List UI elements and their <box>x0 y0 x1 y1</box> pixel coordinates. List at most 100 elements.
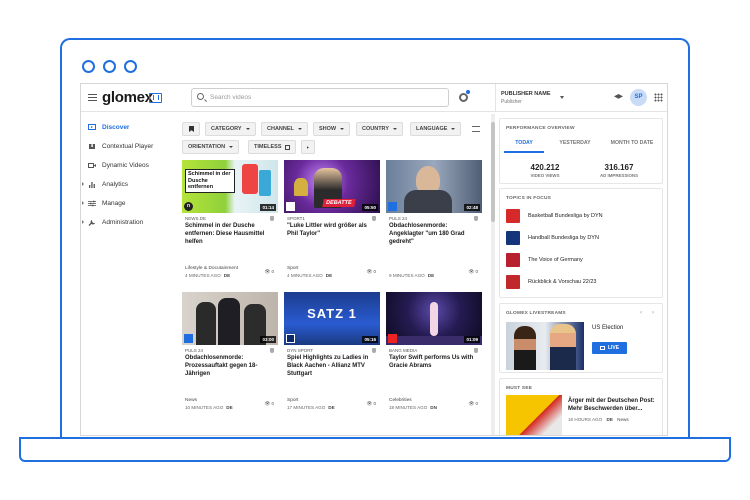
card-title[interactable]: Obdachlosenmorde: Angeklagter "um 180 Gr… <box>389 222 479 246</box>
card-category: News <box>185 398 197 403</box>
playlist-filter-button[interactable] <box>301 140 315 154</box>
play-screen-icon <box>88 123 96 130</box>
menu-icon[interactable] <box>88 94 97 101</box>
livestream-title[interactable]: US Election <box>592 325 623 331</box>
pin-icon[interactable] <box>270 216 274 221</box>
must-see-title[interactable]: Ärger mit der Deutschen Post: Mehr Besch… <box>568 397 660 413</box>
bookmark-icon <box>188 126 194 132</box>
video-thumbnail[interactable]: 02:48 <box>386 160 482 213</box>
video-card[interactable]: Schimmel in der Dusche entfernen n 01:14… <box>182 160 278 283</box>
tab-month-to-date[interactable]: MONTH TO DATE <box>602 140 662 146</box>
video-thumbnail[interactable]: SATZ 1 05:16 <box>284 292 380 345</box>
search-input[interactable] <box>210 91 440 104</box>
person-image <box>514 326 536 370</box>
video-card[interactable]: 03:00 PULS 24 Obdachlosenmorde: Prozessa… <box>182 292 278 415</box>
sidebar-item-analytics[interactable]: Analytics <box>81 175 171 193</box>
avatar[interactable]: SP <box>630 89 647 106</box>
filter-label: ORIENTATION <box>188 144 226 150</box>
must-see-thumbnail[interactable] <box>506 395 562 435</box>
livestream-thumbnail[interactable] <box>506 322 584 370</box>
view-count-value: 0 <box>373 401 376 406</box>
card-meta: 18 MINUTES AGO DN <box>389 405 437 410</box>
eye-icon: 👁 <box>468 269 475 274</box>
topic-logo-icon <box>506 253 520 267</box>
card-age: 9 MINUTES AGO <box>389 273 425 278</box>
topic-logo-icon <box>506 209 520 223</box>
topic-item[interactable]: Rückblick & Vorschau 22/23 <box>506 275 656 289</box>
country-filter-button[interactable]: COUNTRY <box>356 122 403 136</box>
app-screen: glomex PUBLISHER NAME Publisher SP Disco… <box>80 83 668 436</box>
scrollbar-thumb[interactable] <box>491 122 495 222</box>
pin-icon[interactable] <box>372 216 376 221</box>
show-filter-button[interactable]: SHOW <box>313 122 351 136</box>
scrollbar[interactable] <box>491 114 495 435</box>
sidebar-item-contextual-player[interactable]: Contextual Player <box>81 137 171 155</box>
logo[interactable]: glomex <box>102 89 153 106</box>
must-see-panel: MUST SEE Ärger mit der Deutschen Post: M… <box>499 378 663 435</box>
trophy-image <box>294 178 308 196</box>
sidebar-item-administration[interactable]: Administration <box>81 213 171 231</box>
channel-logo-icon <box>388 202 397 211</box>
sidebar-item-discover[interactable]: Discover <box>81 118 171 136</box>
graduation-cap-icon[interactable] <box>614 94 623 99</box>
publisher-role: Publisher <box>501 99 522 105</box>
chevron-left-icon[interactable]: ‹ <box>640 310 642 316</box>
pin-icon[interactable] <box>474 216 478 221</box>
channel-filter-button[interactable]: CHANNEL <box>261 122 308 136</box>
chevron-right-icon[interactable]: › <box>652 310 654 316</box>
video-card[interactable]: DEBATTE 05:50 SPORT1 "Luke Littler wird … <box>284 160 380 283</box>
card-meta: 9 MINUTES AGO DE <box>389 273 434 278</box>
view-count-value: 0 <box>373 269 376 274</box>
live-button[interactable]: LIVE <box>592 342 627 354</box>
video-thumbnail[interactable]: 03:00 <box>182 292 278 345</box>
livestreams-panel: GLOMEX LIVESTREAMS ‹ › US Election LIVE <box>499 303 663 373</box>
card-title[interactable]: Taylor Swift performs Us with Gracie Abr… <box>389 354 479 370</box>
video-card[interactable]: SATZ 1 05:16 DYN SPORT Spiel Highlights … <box>284 292 380 415</box>
video-card[interactable]: 02:48 PULS 24 Obdachlosenmorde: Angeklag… <box>386 160 482 283</box>
publisher-selector[interactable]: PUBLISHER NAME Publisher <box>495 84 569 112</box>
card-title[interactable]: Spiel Highlights zu Ladies in Black Aach… <box>287 354 377 378</box>
card-meta: 17 MINUTES AGO DE <box>287 405 335 410</box>
video-thumbnail[interactable]: 01:09 <box>386 292 482 345</box>
bookmark-filter-button[interactable] <box>182 122 200 136</box>
topics-panel: TOPICS IN FOCUS Basketball Bundesliga by… <box>499 188 663 298</box>
tab-yesterday[interactable]: YESTERDAY <box>550 140 600 146</box>
panel-title: MUST SEE <box>506 386 533 391</box>
topic-item[interactable]: The Voice of Germany <box>506 253 656 267</box>
checkbox-icon[interactable] <box>284 144 290 150</box>
topic-item[interactable]: Basketball Bundesliga by DYN <box>506 209 656 223</box>
card-language: DE <box>223 273 231 278</box>
card-title[interactable]: Schimmel in der Dusche entfernen: Diese … <box>185 222 275 246</box>
pin-icon[interactable] <box>372 348 376 353</box>
person-image <box>196 302 216 345</box>
search-box[interactable] <box>191 88 449 107</box>
video-thumbnail[interactable]: Schimmel in der Dusche entfernen n 01:14 <box>182 160 278 213</box>
pin-icon[interactable] <box>474 348 478 353</box>
channel-logo-icon <box>388 334 397 343</box>
video-views-value: 420.212 <box>530 163 560 172</box>
video-thumbnail[interactable]: DEBATTE 05:50 <box>284 160 380 213</box>
card-source: PULS 24 <box>389 216 408 221</box>
sort-icon[interactable] <box>472 126 480 132</box>
chevron-down-icon <box>560 96 564 99</box>
ad-impressions-value: 316.167 <box>604 163 634 172</box>
pin-icon[interactable] <box>270 348 274 353</box>
apps-grid-icon[interactable] <box>654 93 663 102</box>
tab-today[interactable]: TODAY <box>504 140 544 146</box>
category-filter-button[interactable]: CATEGORY <box>205 122 256 136</box>
card-title[interactable]: Obdachlosenmorde: Prozessauftakt gegen 1… <box>185 354 275 378</box>
video-card[interactable]: 01:09 BANG MEDIA Taylor Swift performs U… <box>386 292 482 415</box>
timeless-filter-button[interactable]: TIMELESS <box>248 140 296 154</box>
card-title[interactable]: "Luke Littler wird größer als Phil Taylo… <box>287 222 377 238</box>
card-category: Celebrities <box>389 398 412 403</box>
panel-title: TOPICS IN FOCUS <box>506 196 552 201</box>
topic-item[interactable]: Handball Bundesliga by DYN <box>506 231 656 245</box>
video-icon <box>88 162 96 168</box>
sidebar-item-dynamic-videos[interactable]: Dynamic Videos <box>81 156 171 174</box>
view-count-value: 0 <box>475 269 478 274</box>
sidebar-item-manage[interactable]: Manage <box>81 194 171 212</box>
performance-overview-panel: PERFORMANCE OVERVIEW TODAY YESTERDAY MON… <box>499 118 663 184</box>
gear-icon[interactable] <box>459 93 468 102</box>
language-filter-button[interactable]: LANGUAGE <box>410 122 462 136</box>
orientation-filter-button[interactable]: ORIENTATION <box>182 140 240 154</box>
